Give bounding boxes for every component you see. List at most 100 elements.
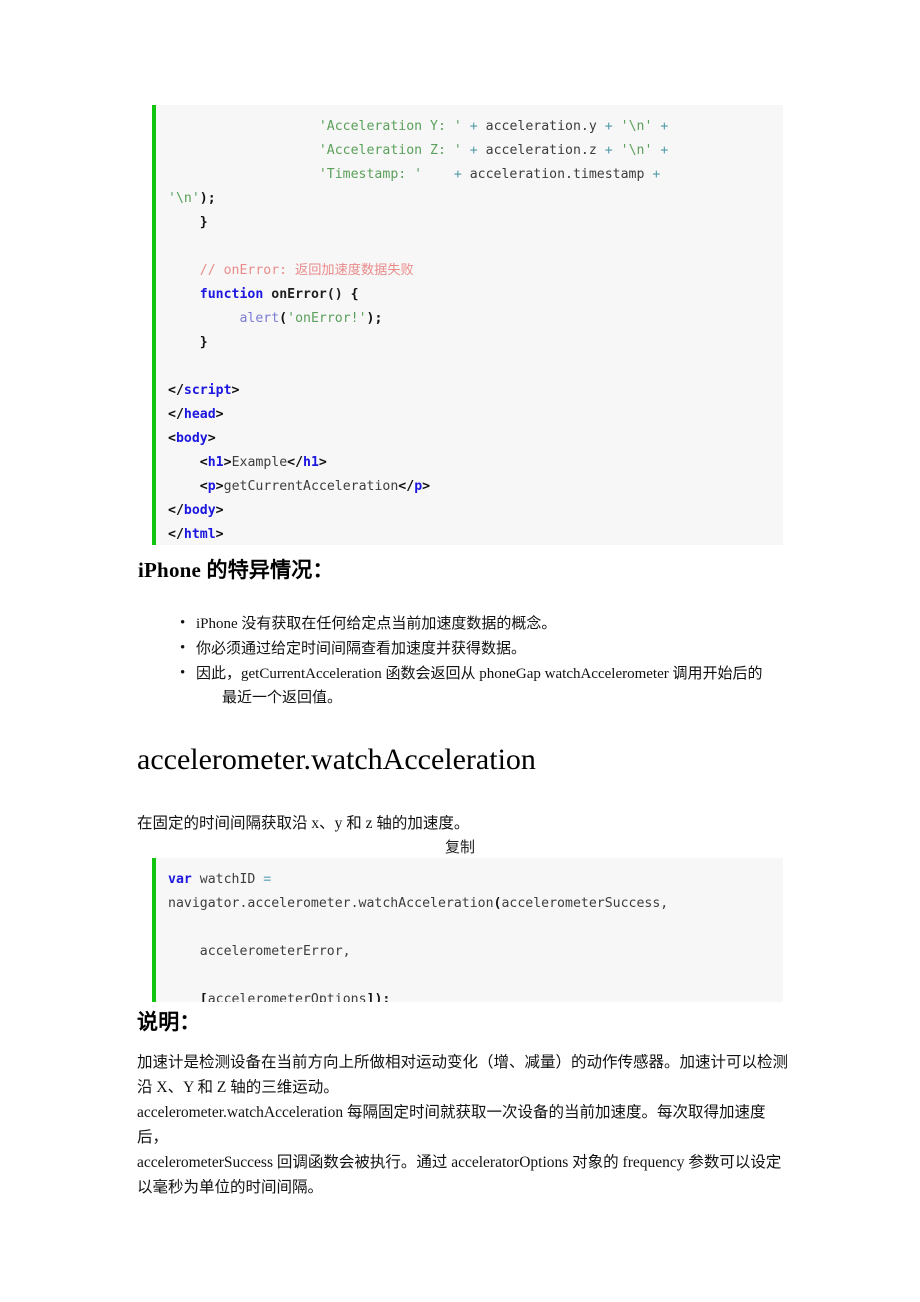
code-token-tag: body xyxy=(183,503,216,518)
code-token-tag: html xyxy=(183,527,216,542)
code-token-str: 'Acceleration Z: ' xyxy=(318,143,462,158)
list-item: iPhone 没有获取在任何给定点当前加速度数据的概念。 xyxy=(180,611,790,636)
code-token-angle: </ xyxy=(168,503,184,518)
code-token-op: + xyxy=(469,143,478,158)
code-token-angle: < xyxy=(168,431,176,446)
code-token-tag: h1 xyxy=(207,455,224,470)
code-line: </head> xyxy=(156,403,783,427)
list-item-text: 你必须通过给定时间间隔查看加速度并获得数据。 xyxy=(196,641,527,657)
code-token-op: + xyxy=(604,143,613,158)
code-token-punc: ]); xyxy=(366,992,391,1002)
code-token-eq: = xyxy=(263,872,272,887)
code-line: </script> xyxy=(156,379,783,403)
document-page: 'Acceleration Y: ' + acceleration.y + '\… xyxy=(0,0,920,1302)
code-line: navigator.accelerometer.watchAcceleratio… xyxy=(156,892,783,916)
code-token-plain: Example xyxy=(231,455,288,470)
heading-iphone-quirks: iPhone 的特异情况： xyxy=(138,558,334,582)
code-token-angle: > xyxy=(215,407,224,422)
code-token-punc: } xyxy=(199,215,208,230)
code-token-tag: body xyxy=(175,431,208,446)
code-token-op: + xyxy=(453,167,462,182)
code-line: } xyxy=(156,211,783,235)
code-token-tag: p xyxy=(414,479,423,494)
code-token-angle: </ xyxy=(287,455,304,470)
code-token-punc: ); xyxy=(366,311,383,326)
code-token-punc: { xyxy=(350,287,359,302)
description-paragraph-1: 加速计是检测设备在当前方向上所做相对运动变化（增、减量）的动作传感器。加速计可以… xyxy=(137,1050,792,1100)
code-token-plain: acceleration.timestamp xyxy=(461,167,653,182)
code-token-call: alert xyxy=(239,311,280,326)
code-line: </html> xyxy=(156,523,783,545)
code-token-op: + xyxy=(604,119,613,134)
code-token-op: + xyxy=(652,167,661,182)
code-line: } xyxy=(156,331,783,355)
code-token-plain: accelerometerOptions xyxy=(207,992,367,1002)
iphone-quirks-list: iPhone 没有获取在任何给定点当前加速度数据的概念。你必须通过给定时间间隔查… xyxy=(180,611,790,711)
paragraph-line: 以毫秒为单位的时间间隔。 xyxy=(137,1179,324,1196)
list-item: 你必须通过给定时间间隔查看加速度并获得数据。 xyxy=(180,636,790,661)
code-token-op: + xyxy=(660,119,669,134)
code-token-op: + xyxy=(660,143,669,158)
code-line: function onError() { xyxy=(156,283,783,307)
code-line: accelerometerError, xyxy=(156,940,783,964)
code-token-tag: p xyxy=(207,479,216,494)
code-token-kw: function xyxy=(199,287,264,302)
code-token-angle: </ xyxy=(168,407,184,422)
code-token-plain: acceleration.z xyxy=(477,143,605,158)
code-token-angle: </ xyxy=(168,383,184,398)
code-token-angle: > xyxy=(318,455,327,470)
list-item-continuation: 最近一个返回值。 xyxy=(222,690,343,706)
code-token-plain: navigator.accelerometer.watchAcceleratio… xyxy=(168,896,494,911)
code-token-com: // onError: 返回加速度数据失败 xyxy=(199,263,414,278)
code-token-punc: ( xyxy=(279,311,288,326)
copy-button-label[interactable]: 复制 xyxy=(380,838,540,858)
list-item-text: 因此，getCurrentAcceleration 函数会返回从 phoneGa… xyxy=(196,666,763,682)
code-token-punc: ); xyxy=(199,191,216,206)
code-line: var watchID = xyxy=(156,868,783,892)
code-line: // onError: 返回加速度数据失败 xyxy=(156,259,783,283)
code-block-getcurrentacceleration: 'Acceleration Y: ' + acceleration.y + '\… xyxy=(152,105,783,545)
code-token-plain: getCurrentAcceleration xyxy=(223,479,399,494)
code-token-angle: < xyxy=(199,455,208,470)
code-token-fn: onError() xyxy=(271,287,343,302)
code-token-str: 'Acceleration Y: ' xyxy=(318,119,462,134)
code-token-kw: var xyxy=(168,872,192,887)
code-token-punc: [ xyxy=(199,992,208,1002)
code-token-angle: > xyxy=(207,431,216,446)
code-line: 'Timestamp: ' + acceleration.timestamp + xyxy=(156,163,783,187)
paragraph-line: accelerometer.watchAcceleration 每隔固定时间就获… xyxy=(137,1104,766,1146)
code-token-angle: < xyxy=(199,479,208,494)
code-token-tag: script xyxy=(183,383,232,398)
code-block-watchacceleration: var watchID = navigator.accelerometer.wat… xyxy=(152,858,783,1002)
code-line: '\n'); xyxy=(156,187,783,211)
heading-watch-acceleration: accelerometer.watchAcceleration xyxy=(137,743,536,776)
code-token-str: '\n' xyxy=(620,143,653,158)
heading-description: 说明： xyxy=(137,1010,201,1034)
code-line: 'Acceleration Y: ' + acceleration.y + '\… xyxy=(156,115,783,139)
code-token-str: 'onError!' xyxy=(287,311,367,326)
code-line: <p>getCurrentAcceleration</p> xyxy=(156,475,783,499)
code-token-angle: > xyxy=(215,503,224,518)
code-token-plain: accelerometerSuccess, xyxy=(501,896,669,911)
code-token-angle: > xyxy=(215,479,224,494)
paragraph-line: 加速计是检测设备在当前方向上所做相对运动变化（增、减量）的动作传感器。加速计可以… xyxy=(137,1054,789,1071)
code-line: <h1>Example</h1> xyxy=(156,451,783,475)
code-token-angle: </ xyxy=(398,479,415,494)
watch-acceleration-intro: 在固定的时间间隔获取沿 x、y 和 z 轴的加速度。 xyxy=(137,815,470,832)
code-token-op: + xyxy=(469,119,478,134)
code-token-tag: h1 xyxy=(303,455,319,470)
